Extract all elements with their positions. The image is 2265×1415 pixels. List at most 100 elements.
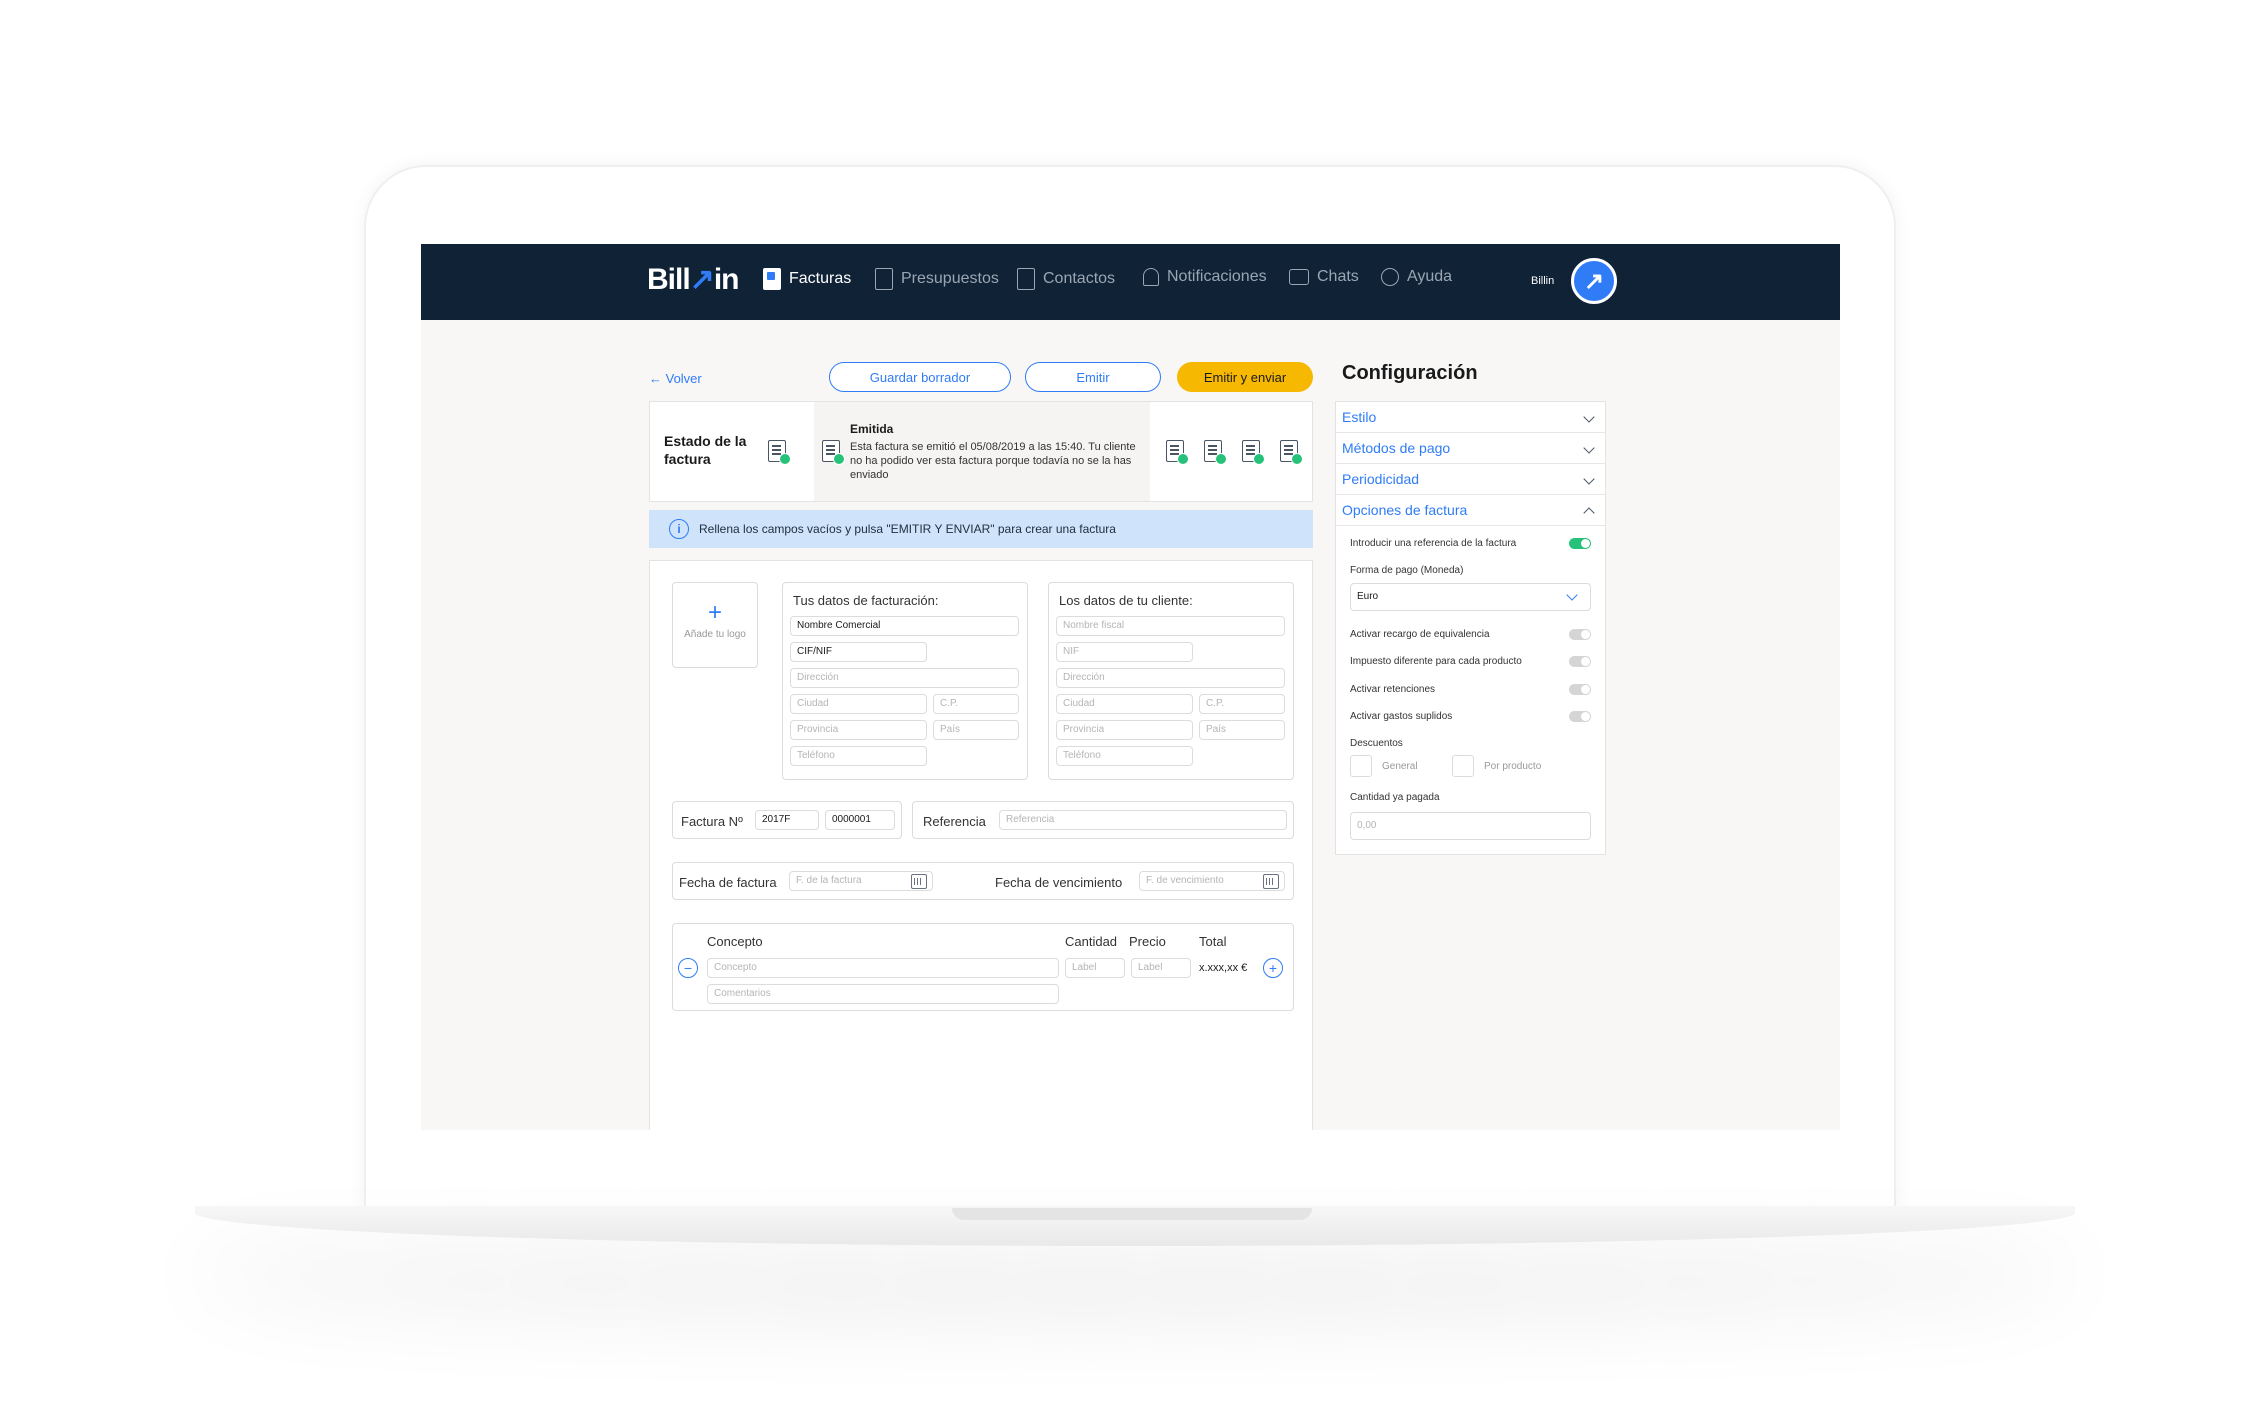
accordion-periodicidad[interactable]: Periodicidad	[1336, 464, 1605, 495]
discounts-label: Descuentos	[1350, 738, 1403, 749]
dates-box: Fecha de factura F. de la factura Fecha …	[672, 862, 1294, 900]
invoice-lines-box: Concepto Cantidad Precio Total − Concept…	[672, 923, 1294, 1011]
retentions-label: Activar retenciones	[1350, 684, 1436, 695]
client-address-field[interactable]: Dirección	[1056, 668, 1285, 688]
paid-amount-field[interactable]: 0,00	[1350, 812, 1591, 840]
price-field[interactable]: Label	[1131, 958, 1191, 978]
calendar-icon[interactable]	[911, 874, 927, 889]
price-header: Precio	[1129, 934, 1166, 949]
discount-general-checkbox[interactable]	[1350, 755, 1372, 777]
chevron-down-icon	[1583, 411, 1595, 423]
chevron-up-icon	[1583, 507, 1595, 519]
reference-option-label: Introducir una referencia de la factura	[1350, 538, 1517, 549]
surcharge-toggle[interactable]	[1569, 629, 1591, 640]
add-line-icon[interactable]: +	[1263, 958, 1283, 978]
status-step-icon[interactable]	[1204, 440, 1227, 465]
save-draft-button[interactable]: Guardar borrador	[829, 362, 1011, 392]
surcharge-label: Activar recargo de equivalencia	[1350, 629, 1490, 640]
fiscal-name-field[interactable]: Nombre fiscal	[1056, 616, 1285, 636]
accordion-opciones-factura[interactable]: Opciones de factura	[1336, 495, 1605, 526]
chevron-down-icon	[1583, 473, 1595, 485]
nav-label: Chats	[1317, 268, 1359, 285]
status-step-icon[interactable]	[1242, 440, 1265, 465]
client-zip-field[interactable]: C.P.	[1199, 694, 1285, 714]
client-phone-field[interactable]: Teléfono	[1056, 746, 1193, 766]
billin-logo[interactable]: Bill↗in	[647, 262, 739, 297]
status-label: Estado de la factura	[664, 433, 747, 467]
quantity-header: Cantidad	[1065, 934, 1118, 949]
comments-field[interactable]: Comentarios	[707, 984, 1059, 1004]
status-document-icon[interactable]	[768, 440, 791, 465]
laptop-mockup: Bill↗in Facturas Presupuestos Contactos …	[0, 0, 2265, 1415]
client-country-field[interactable]: País	[1199, 720, 1285, 740]
laptop-notch	[952, 1208, 1312, 1220]
nav-item-contactos[interactable]: Contactos	[1017, 268, 1115, 290]
cif-field[interactable]: CIF/NIF	[790, 642, 927, 662]
concept-field[interactable]: Concepto	[707, 958, 1059, 978]
line-total: x.xxx,xx €	[1199, 962, 1248, 974]
nif-field[interactable]: NIF	[1056, 642, 1193, 662]
status-title: Emitida	[850, 422, 894, 436]
calendar-icon[interactable]	[1263, 874, 1279, 889]
bell-icon	[1143, 268, 1159, 286]
nav-item-notificaciones[interactable]: Notificaciones	[1143, 268, 1267, 286]
expenses-toggle[interactable]	[1569, 711, 1591, 722]
invoice-number-box: Factura Nº 2017F 0000001	[672, 801, 902, 839]
chat-icon	[1289, 269, 1309, 285]
invoice-series-field[interactable]: 2017F	[755, 810, 819, 830]
nav-item-chats[interactable]: Chats	[1289, 268, 1359, 286]
top-navigation: Bill↗in Facturas Presupuestos Contactos …	[421, 244, 1840, 320]
invoice-icon	[763, 268, 781, 290]
quantity-field[interactable]: Label	[1065, 958, 1125, 978]
accordion-metodos-pago[interactable]: Métodos de pago	[1336, 433, 1605, 464]
emit-send-button[interactable]: Emitir y enviar	[1177, 362, 1313, 392]
total-header: Total	[1199, 934, 1227, 949]
accordion-label: Estilo	[1342, 409, 1377, 425]
address-field[interactable]: Dirección	[790, 668, 1019, 688]
client-province-field[interactable]: Provincia	[1056, 720, 1193, 740]
tax-per-product-toggle[interactable]	[1569, 656, 1591, 667]
user-avatar[interactable]: ↗	[1571, 258, 1617, 304]
phone-field[interactable]: Teléfono	[790, 746, 927, 766]
chevron-down-icon	[1566, 589, 1578, 601]
client-data-box: Los datos de tu cliente: Nombre fiscal N…	[1048, 582, 1294, 780]
contacts-icon	[1017, 268, 1035, 290]
nav-item-presupuestos[interactable]: Presupuestos	[875, 268, 999, 290]
billing-data-box: Tus datos de facturación: Nombre Comerci…	[782, 582, 1028, 780]
app-screen: Bill↗in Facturas Presupuestos Contactos …	[421, 244, 1840, 1130]
province-field[interactable]: Provincia	[790, 720, 927, 740]
logo-upload[interactable]: + Añade tu logo	[672, 582, 758, 668]
invoice-number-field[interactable]: 0000001	[825, 810, 895, 830]
emit-button[interactable]: Emitir	[1025, 362, 1161, 392]
currency-select[interactable]: Euro	[1350, 583, 1591, 611]
expenses-label: Activar gastos suplidos	[1350, 711, 1453, 722]
accordion-label: Métodos de pago	[1342, 440, 1451, 456]
reference-field[interactable]: Referencia	[999, 810, 1287, 830]
currency-value: Euro	[1357, 591, 1379, 602]
city-field[interactable]: Ciudad	[790, 694, 927, 714]
nav-item-ayuda[interactable]: Ayuda	[1381, 268, 1452, 286]
country-field[interactable]: País	[933, 720, 1019, 740]
reference-toggle[interactable]	[1569, 538, 1591, 549]
info-text: Rellena los campos vacíos y pulsa "EMITI…	[699, 522, 1116, 536]
config-panel: Estilo Métodos de pago Periodicidad Opci…	[1335, 401, 1606, 855]
user-name: Billin	[1531, 275, 1555, 287]
status-detail: Emitida Esta factura se emitió el 05/08/…	[814, 402, 1150, 501]
invoice-number-label: Factura Nº	[681, 814, 743, 829]
remove-line-icon[interactable]: −	[678, 958, 698, 978]
commercial-name-field[interactable]: Nombre Comercial	[790, 616, 1019, 636]
nav-item-facturas[interactable]: Facturas	[763, 268, 851, 290]
zip-field[interactable]: C.P.	[933, 694, 1019, 714]
status-step-icon[interactable]	[1280, 440, 1303, 465]
accordion-label: Periodicidad	[1342, 471, 1420, 487]
accordion-estilo[interactable]: Estilo	[1336, 402, 1605, 433]
nav-label: Notificaciones	[1167, 268, 1267, 285]
status-step-icon[interactable]	[1166, 440, 1189, 465]
retentions-toggle[interactable]	[1569, 684, 1591, 695]
back-link[interactable]: ← Volver	[649, 371, 702, 386]
nav-label: Ayuda	[1407, 268, 1453, 285]
client-city-field[interactable]: Ciudad	[1056, 694, 1193, 714]
invoice-status-panel: Estado de la factura Emitida Esta factur…	[649, 401, 1313, 502]
reference-label: Referencia	[923, 814, 986, 829]
discount-product-checkbox[interactable]	[1452, 755, 1474, 777]
